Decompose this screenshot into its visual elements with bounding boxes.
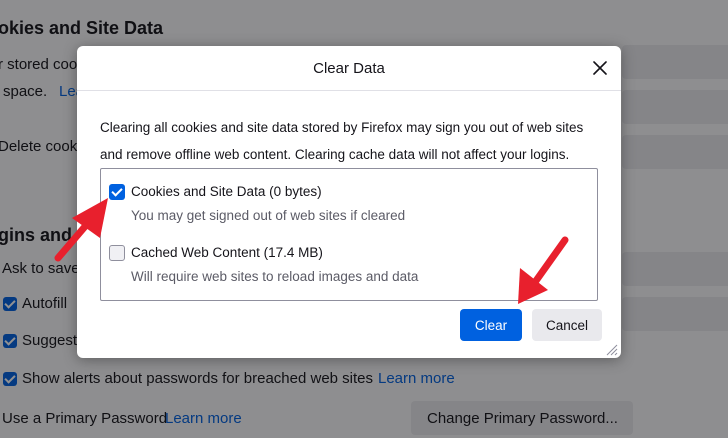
checkbox-checked-icon[interactable]: [109, 184, 125, 200]
title-separator: [77, 90, 621, 91]
option-cache-sublabel: Will require web sites to reload images …: [131, 269, 419, 284]
option-cookies-sublabel: You may get signed out of web sites if c…: [131, 208, 406, 223]
clear-button[interactable]: Clear: [460, 309, 522, 341]
description-line-1: Clearing all cookies and site data store…: [100, 120, 584, 135]
description-line-2: and remove offline web content. Clearing…: [100, 147, 570, 162]
options-group: Cookies and Site Data (0 bytes) You may …: [100, 168, 598, 301]
dialog-title: Clear Data: [313, 60, 385, 77]
resize-grip-icon[interactable]: [604, 342, 618, 356]
close-button[interactable]: [587, 55, 613, 81]
clear-data-dialog: Clear Data Clearing all cookies and site…: [77, 46, 621, 358]
close-icon: [593, 61, 607, 75]
dialog-description: Clearing all cookies and site data store…: [100, 114, 600, 168]
option-cookies-label[interactable]: Cookies and Site Data (0 bytes): [131, 184, 322, 199]
checkbox-unchecked-icon[interactable]: [109, 245, 125, 261]
option-cache-label[interactable]: Cached Web Content (17.4 MB): [131, 245, 323, 260]
cancel-button[interactable]: Cancel: [532, 309, 602, 341]
